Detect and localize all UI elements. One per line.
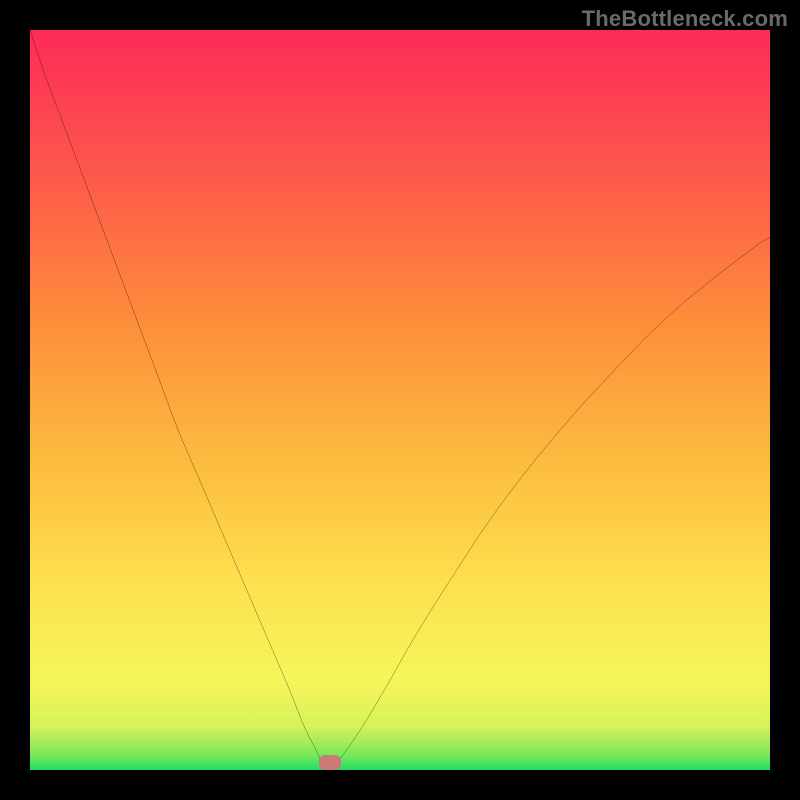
optimum-marker [319, 755, 341, 770]
bottleneck-curve [30, 30, 770, 770]
watermark-text: TheBottleneck.com [582, 6, 788, 32]
chart-frame: TheBottleneck.com [0, 0, 800, 800]
curve-path [30, 30, 770, 770]
